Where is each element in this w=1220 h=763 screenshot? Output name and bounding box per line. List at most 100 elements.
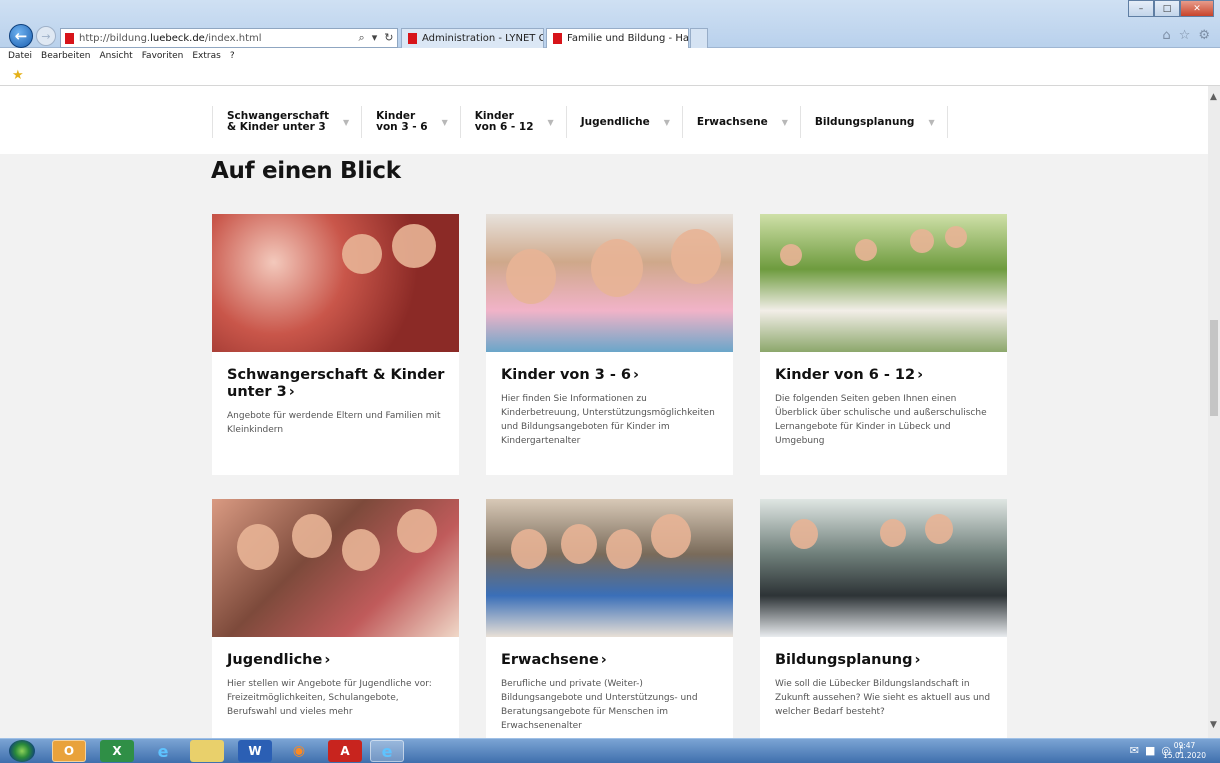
chevron-right-icon: › <box>288 384 295 400</box>
nav-item-erwachsene[interactable]: Erwachsene ▼ <box>681 106 800 138</box>
card-title[interactable]: Bildungsplanung › <box>775 652 993 669</box>
tab-administration[interactable]: Administration - LYNET Conte... <box>401 28 544 48</box>
clock-date: 15.01.2020 <box>1163 751 1206 760</box>
card-image[interactable] <box>760 499 1007 637</box>
nav-item-label: Kinder von 6 - 12 <box>474 110 534 133</box>
photo-face <box>342 529 380 571</box>
card-title[interactable]: Erwachsene › <box>501 652 719 669</box>
taskbar-clock[interactable]: 09:47 15.01.2020 <box>1163 741 1206 761</box>
close-window-button[interactable]: ✕ <box>1180 0 1214 17</box>
card-image[interactable] <box>212 214 459 352</box>
card-bildungsplanung[interactable]: Bildungsplanung › Wie soll die Lübecker B… <box>760 499 1007 738</box>
nav-item-jugendliche[interactable]: Jugendliche ▼ <box>565 106 682 138</box>
photo-face <box>397 509 437 553</box>
tab-label: Familie und Bildung - Hans... <box>567 33 689 44</box>
forward-button[interactable]: → <box>36 26 56 46</box>
card-text: Angebote für werdende Eltern und Familie… <box>227 411 441 435</box>
browser-titlebar: ← → http://bildung.luebeck.de/index.html… <box>0 0 1220 48</box>
star-icon[interactable]: ☆ <box>1179 28 1191 43</box>
photo-face <box>880 519 906 547</box>
nav-item-label: Kinder von 3 - 6 <box>376 110 428 133</box>
windows-taskbar: O X e W ◉ A e ✉ ■ ◎ ♪ 09:47 15.01.2020 <box>0 738 1220 763</box>
favorites-bar: ★ <box>0 64 1220 86</box>
maximize-button[interactable]: □ <box>1154 0 1180 17</box>
card-kinder-6-12[interactable]: Kinder von 6 - 12 › Die folgenden Seiten … <box>760 214 1007 475</box>
browser-toolbar-icons: ⌂ ☆ ⚙ <box>1162 28 1210 43</box>
photo-face <box>392 224 436 268</box>
scroll-thumb[interactable] <box>1210 320 1218 416</box>
address-url: http://bildung.luebeck.de/index.html <box>79 32 262 44</box>
back-button[interactable]: ← <box>9 24 33 48</box>
card-image[interactable] <box>760 214 1007 352</box>
explorer-folder-taskbar-icon[interactable] <box>190 740 224 762</box>
nav-item-schwangerschaft[interactable]: Schwangerschaft & Kinder unter 3 ▼ <box>212 106 361 138</box>
page-viewport: Schwangerschaft & Kinder unter 3 ▼ Kinder… <box>0 86 1208 738</box>
photo-face <box>925 514 953 544</box>
photo-face <box>780 244 802 266</box>
menu-extras[interactable]: Extras <box>192 51 220 61</box>
internet-explorer-active-taskbar-icon[interactable]: e <box>370 740 404 762</box>
card-title[interactable]: Kinder von 6 - 12 › <box>775 367 993 384</box>
home-icon[interactable]: ⌂ <box>1162 28 1170 43</box>
chevron-right-icon: › <box>917 367 924 383</box>
clock-time: 09:47 <box>1173 741 1196 750</box>
menu-datei[interactable]: Datei <box>8 51 32 61</box>
site-favicon-icon <box>65 32 74 44</box>
tab-label: Administration - LYNET Conte... <box>422 33 543 44</box>
page-title: Auf einen Blick <box>211 158 401 184</box>
photo-face <box>606 529 642 569</box>
nav-item-bildungsplanung[interactable]: Bildungsplanung ▼ <box>799 106 948 138</box>
gear-icon[interactable]: ⚙ <box>1198 28 1210 43</box>
card-text: Hier stellen wir Angebote für Jugendlich… <box>227 679 432 717</box>
photo-face <box>292 514 332 558</box>
search-icon[interactable]: ⌕ <box>359 31 365 45</box>
nav-item-label: Schwangerschaft & Kinder unter 3 <box>227 110 329 133</box>
menu-ansicht[interactable]: Ansicht <box>99 51 132 61</box>
card-title[interactable]: Schwangerschaft & Kinder unter 3 › <box>227 367 445 401</box>
excel-taskbar-icon[interactable]: X <box>100 740 134 762</box>
tab-familie-und-bildung[interactable]: Familie und Bildung - Hans... × <box>546 28 689 48</box>
media-player-taskbar-icon[interactable]: ◉ <box>282 740 316 762</box>
site-header: Schwangerschaft & Kinder unter 3 ▼ Kinder… <box>0 86 1208 154</box>
menu-favoriten[interactable]: Favoriten <box>142 51 184 61</box>
menu-bearbeiten[interactable]: Bearbeiten <box>41 51 90 61</box>
outlook-taskbar-icon[interactable]: O <box>52 740 86 762</box>
card-title[interactable]: Jugendliche › <box>227 652 445 669</box>
chevron-right-icon: › <box>600 652 607 668</box>
nav-item-kinder-3-6[interactable]: Kinder von 3 - 6 ▼ <box>361 106 460 138</box>
dropdown-icon[interactable]: ▾ <box>372 31 378 45</box>
scroll-up-icon[interactable]: ▲ <box>1210 92 1217 102</box>
card-jugendliche[interactable]: Jugendliche › Hier stellen wir Angebote f… <box>212 499 459 738</box>
chevron-down-icon: ▼ <box>547 117 554 127</box>
start-button[interactable] <box>9 740 35 762</box>
nav-item-label: Jugendliche <box>580 115 650 128</box>
card-image[interactable] <box>212 499 459 637</box>
chevron-right-icon: › <box>324 652 331 668</box>
menu-help[interactable]: ? <box>230 51 235 61</box>
photo-face <box>671 229 721 284</box>
favorites-star-icon[interactable]: ★ <box>12 68 24 83</box>
nav-item-label: Bildungsplanung <box>814 115 915 128</box>
address-bar[interactable]: http://bildung.luebeck.de/index.html ⌕ ▾… <box>60 28 398 48</box>
word-taskbar-icon[interactable]: W <box>238 740 272 762</box>
card-image[interactable] <box>486 499 733 637</box>
acrobat-taskbar-icon[interactable]: A <box>328 740 362 762</box>
photo-face <box>591 239 643 297</box>
photo-face <box>342 234 382 274</box>
new-tab-button[interactable] <box>690 28 708 48</box>
office-tray-icon[interactable]: ■ <box>1145 744 1155 757</box>
mail-tray-icon[interactable]: ✉ <box>1130 744 1139 757</box>
internet-explorer-taskbar-icon[interactable]: e <box>146 740 180 762</box>
card-kinder-3-6[interactable]: Kinder von 3 - 6 › Hier finden Sie Inform… <box>486 214 733 475</box>
card-title[interactable]: Kinder von 3 - 6 › <box>501 367 719 384</box>
card-schwangerschaft[interactable]: Schwangerschaft & Kinder unter 3 › Angebo… <box>212 214 459 475</box>
nav-item-kinder-6-12[interactable]: Kinder von 6 - 12 ▼ <box>459 106 566 138</box>
photo-face <box>511 529 547 569</box>
page-scrollbar[interactable]: ▲ ▼ <box>1208 86 1220 738</box>
minimize-button[interactable]: – <box>1128 0 1154 17</box>
card-image[interactable] <box>486 214 733 352</box>
chevron-down-icon: ▼ <box>928 117 935 127</box>
scroll-down-icon[interactable]: ▼ <box>1210 720 1217 730</box>
refresh-icon[interactable]: ↻ <box>384 31 393 45</box>
card-erwachsene[interactable]: Erwachsene › Berufliche und private (Weit… <box>486 499 733 738</box>
